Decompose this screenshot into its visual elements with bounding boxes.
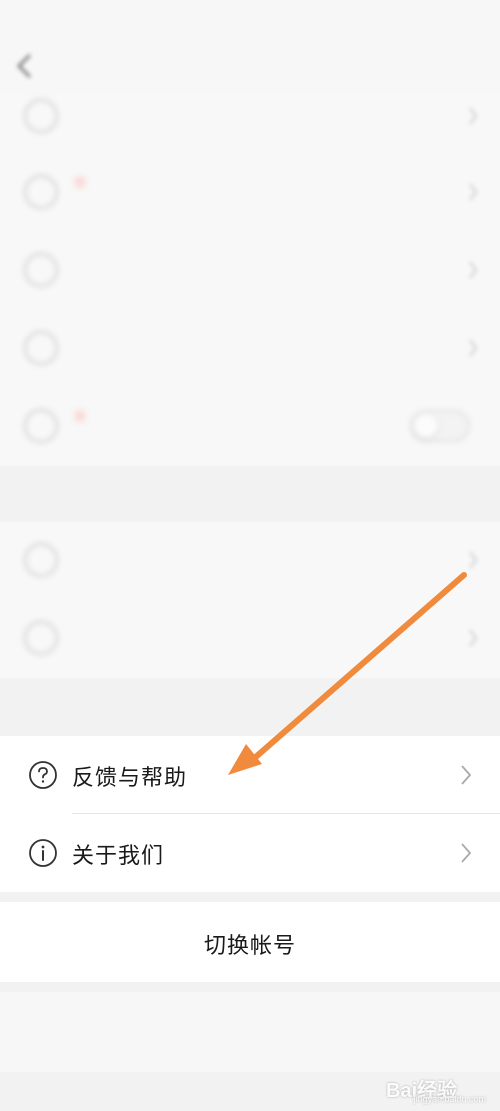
settings-row[interactable] [0, 600, 500, 678]
settings-row [0, 388, 500, 466]
chevron-right-icon [469, 107, 478, 125]
watermark-url: jingyan.baidu.com [413, 1094, 486, 1104]
setting-icon [24, 621, 58, 655]
chevron-right-icon [461, 843, 472, 863]
settings-row[interactable] [0, 154, 500, 232]
feedback-help-row[interactable]: 反馈与帮助 [0, 736, 500, 814]
red-dot-badge [76, 412, 84, 420]
settings-row[interactable] [0, 232, 500, 310]
status-bar [0, 0, 500, 36]
switch-account-label: 切换帐号 [203, 934, 296, 959]
red-dot-badge [76, 178, 84, 186]
about-us-row[interactable]: 关于我们 [0, 814, 500, 892]
settings-group-general [0, 94, 500, 466]
settings-screen: 反馈与帮助 关于我们 切换帐号 Bai经验 jingyan.baidu.com [0, 0, 500, 1111]
info-circle-icon [29, 839, 57, 867]
settings-row[interactable] [0, 78, 500, 156]
back-arrow-icon[interactable] [14, 52, 36, 80]
setting-icon [24, 409, 58, 443]
setting-icon [24, 331, 58, 365]
chevron-right-icon [469, 551, 478, 569]
chevron-right-icon [469, 629, 478, 647]
about-us-label: 关于我们 [72, 844, 165, 869]
setting-icon [24, 543, 58, 577]
baidu-jingyan-watermark: Bai经验 jingyan.baidu.com [386, 1058, 486, 1106]
question-circle-icon [29, 761, 57, 789]
setting-label [72, 412, 84, 437]
feedback-help-label: 反馈与帮助 [72, 766, 188, 791]
settings-row[interactable] [0, 310, 500, 388]
settings-row[interactable] [0, 522, 500, 600]
chevron-right-icon [469, 183, 478, 201]
settings-group-services [0, 522, 500, 678]
chevron-right-icon [469, 339, 478, 357]
setting-icon [24, 253, 58, 287]
chevron-right-icon [469, 261, 478, 279]
chevron-right-icon [461, 765, 472, 785]
setting-icon [24, 175, 58, 209]
switch-account-button[interactable]: 切换帐号 [0, 902, 500, 982]
toggle-switch[interactable] [410, 410, 470, 442]
setting-label [72, 178, 84, 203]
about-section: 反馈与帮助 关于我们 [0, 736, 500, 892]
setting-icon [24, 99, 58, 133]
